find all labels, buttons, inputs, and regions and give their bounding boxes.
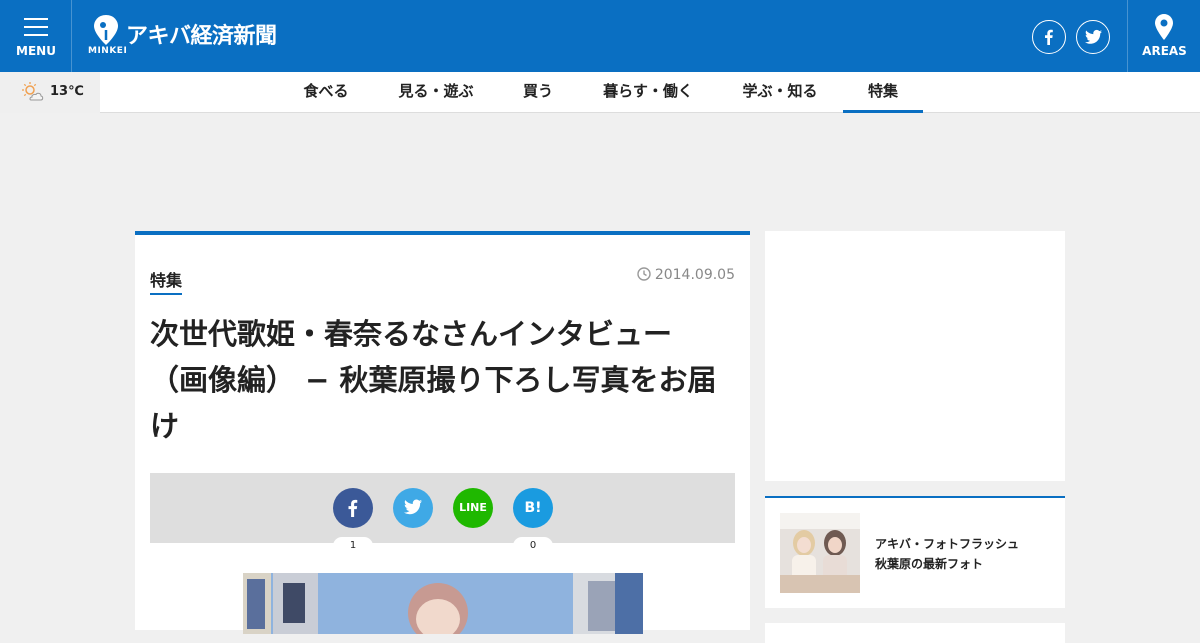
- article-category[interactable]: 特集: [150, 267, 183, 295]
- site-header: MENU MINKEI アキバ経済新聞 AREAS: [0, 0, 1200, 72]
- article-date: 2014.09.05: [637, 267, 735, 283]
- article-title-line-1: 次世代歌姫・春奈るなさんインタビュー: [150, 317, 673, 351]
- facebook-icon: [1045, 29, 1053, 45]
- sidebar-next-card: [765, 623, 1065, 643]
- menu-label: MENU: [16, 44, 56, 58]
- thumbnail-image: [780, 513, 860, 593]
- facebook-share-count: 1: [333, 537, 373, 555]
- photo-flash-text[interactable]: アキバ・フォトフラッシュ 秋葉原の最新フォト: [875, 534, 1019, 574]
- nav-item-buy[interactable]: 買う: [522, 72, 554, 113]
- facebook-button[interactable]: [1032, 20, 1066, 54]
- article-date-text: 2014.09.05: [654, 267, 735, 283]
- nav-item-live-work[interactable]: 暮らす・働く: [603, 72, 693, 113]
- nav-item-see-play[interactable]: 見る・遊ぶ: [398, 72, 474, 113]
- nav-item-eat[interactable]: 食べる: [303, 72, 349, 113]
- map-pin-icon: [1155, 14, 1173, 40]
- sidebar-ad-slot: [765, 231, 1065, 481]
- nav-item-learn[interactable]: 学ぶ・知る: [742, 72, 818, 113]
- nav-item-feature[interactable]: 特集: [843, 72, 923, 113]
- article-title: 次世代歌姫・春奈るなさんインタビュー （画像編） − 秋葉原撮り下ろし写真をお届…: [150, 311, 735, 449]
- clock-icon: [637, 267, 651, 281]
- twitter-icon: [1084, 29, 1102, 44]
- sun-cloud-icon: [22, 82, 44, 101]
- article-card: 特集 2014.09.05 次世代歌姫・春奈るなさんインタビュー （画像編） −…: [135, 231, 750, 634]
- photo-flash-thumbnail[interactable]: [780, 513, 860, 593]
- areas-label: AREAS: [1142, 44, 1187, 58]
- twitter-icon: [404, 499, 422, 515]
- share-line-button[interactable]: LINE: [453, 488, 493, 528]
- photo-image: [243, 573, 643, 634]
- photo-flash-title: アキバ・フォトフラッシュ: [875, 537, 1020, 551]
- article-title-line-2: （画像編） − 秋葉原撮り下ろし写真をお届: [150, 363, 717, 397]
- hatena-bookmark-count: 0: [513, 537, 553, 555]
- share-facebook-button[interactable]: [333, 488, 373, 528]
- share-hatena-button[interactable]: B!: [513, 488, 553, 528]
- weather-widget: 13℃: [0, 72, 100, 113]
- photo-flash-subtitle: 秋葉原の最新フォト: [875, 557, 984, 571]
- hamburger-icon: [24, 18, 48, 42]
- areas-button[interactable]: AREAS: [1127, 0, 1200, 72]
- share-twitter-button[interactable]: [393, 488, 433, 528]
- site-name: アキバ経済新聞: [126, 24, 277, 49]
- article-main-photo[interactable]: [243, 573, 643, 634]
- twitter-button[interactable]: [1076, 20, 1110, 54]
- category-nav: 13℃ 食べる 見る・遊ぶ 買う 暮らす・働く 学ぶ・知る 特集: [0, 72, 1200, 113]
- logo-subtext: MINKEI: [88, 46, 128, 56]
- article-title-line-3: け: [150, 409, 180, 443]
- facebook-icon: [348, 499, 358, 517]
- temperature: 13℃: [50, 84, 84, 99]
- photo-flash-banner[interactable]: アキバ・フォトフラッシュ 秋葉原の最新フォト: [765, 496, 1065, 608]
- share-bar: LINE B! 1 0: [150, 473, 735, 555]
- minkei-logo-icon: [94, 15, 118, 45]
- menu-button[interactable]: MENU: [0, 0, 72, 72]
